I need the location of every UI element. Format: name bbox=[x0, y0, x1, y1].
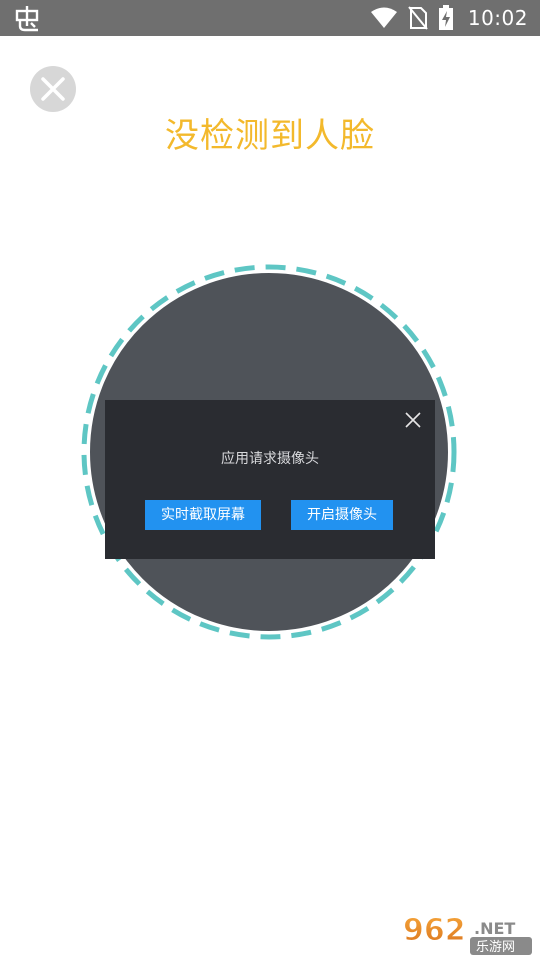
close-icon bbox=[41, 77, 65, 101]
962-logo-icon: 962 .NET 乐游网 bbox=[403, 913, 532, 955]
svg-text:962: 962 bbox=[403, 913, 466, 948]
dialog-close-icon[interactable] bbox=[403, 410, 423, 430]
open-camera-button[interactable]: 开启摄像头 bbox=[291, 500, 393, 530]
capture-screen-button[interactable]: 实时截取屏幕 bbox=[145, 500, 261, 530]
dialog-message: 应用请求摄像头 bbox=[221, 451, 319, 467]
svg-text:乐游网: 乐游网 bbox=[476, 940, 515, 955]
close-button[interactable] bbox=[30, 66, 76, 112]
status-time: 10:02 bbox=[467, 6, 528, 30]
svg-text:.NET: .NET bbox=[474, 919, 515, 938]
battery-charging-icon bbox=[438, 5, 453, 30]
face-detect-screen: 10:02 没检测到人脸 应用请求摄像头 实时截取屏幕 开启摄像头 962 .N… bbox=[0, 0, 540, 960]
status-icons: 10:02 bbox=[370, 0, 528, 36]
page-title: 没检测到人脸 bbox=[165, 116, 375, 156]
camera-permission-dialog: 应用请求摄像头 实时截取屏幕 开启摄像头 bbox=[105, 400, 435, 559]
bug-app-icon bbox=[15, 6, 39, 32]
no-sim-icon bbox=[408, 6, 428, 30]
status-bar: 10:02 bbox=[0, 0, 540, 36]
watermark-logo: 962 .NET 乐游网 bbox=[400, 910, 534, 956]
wifi-icon bbox=[370, 7, 397, 28]
